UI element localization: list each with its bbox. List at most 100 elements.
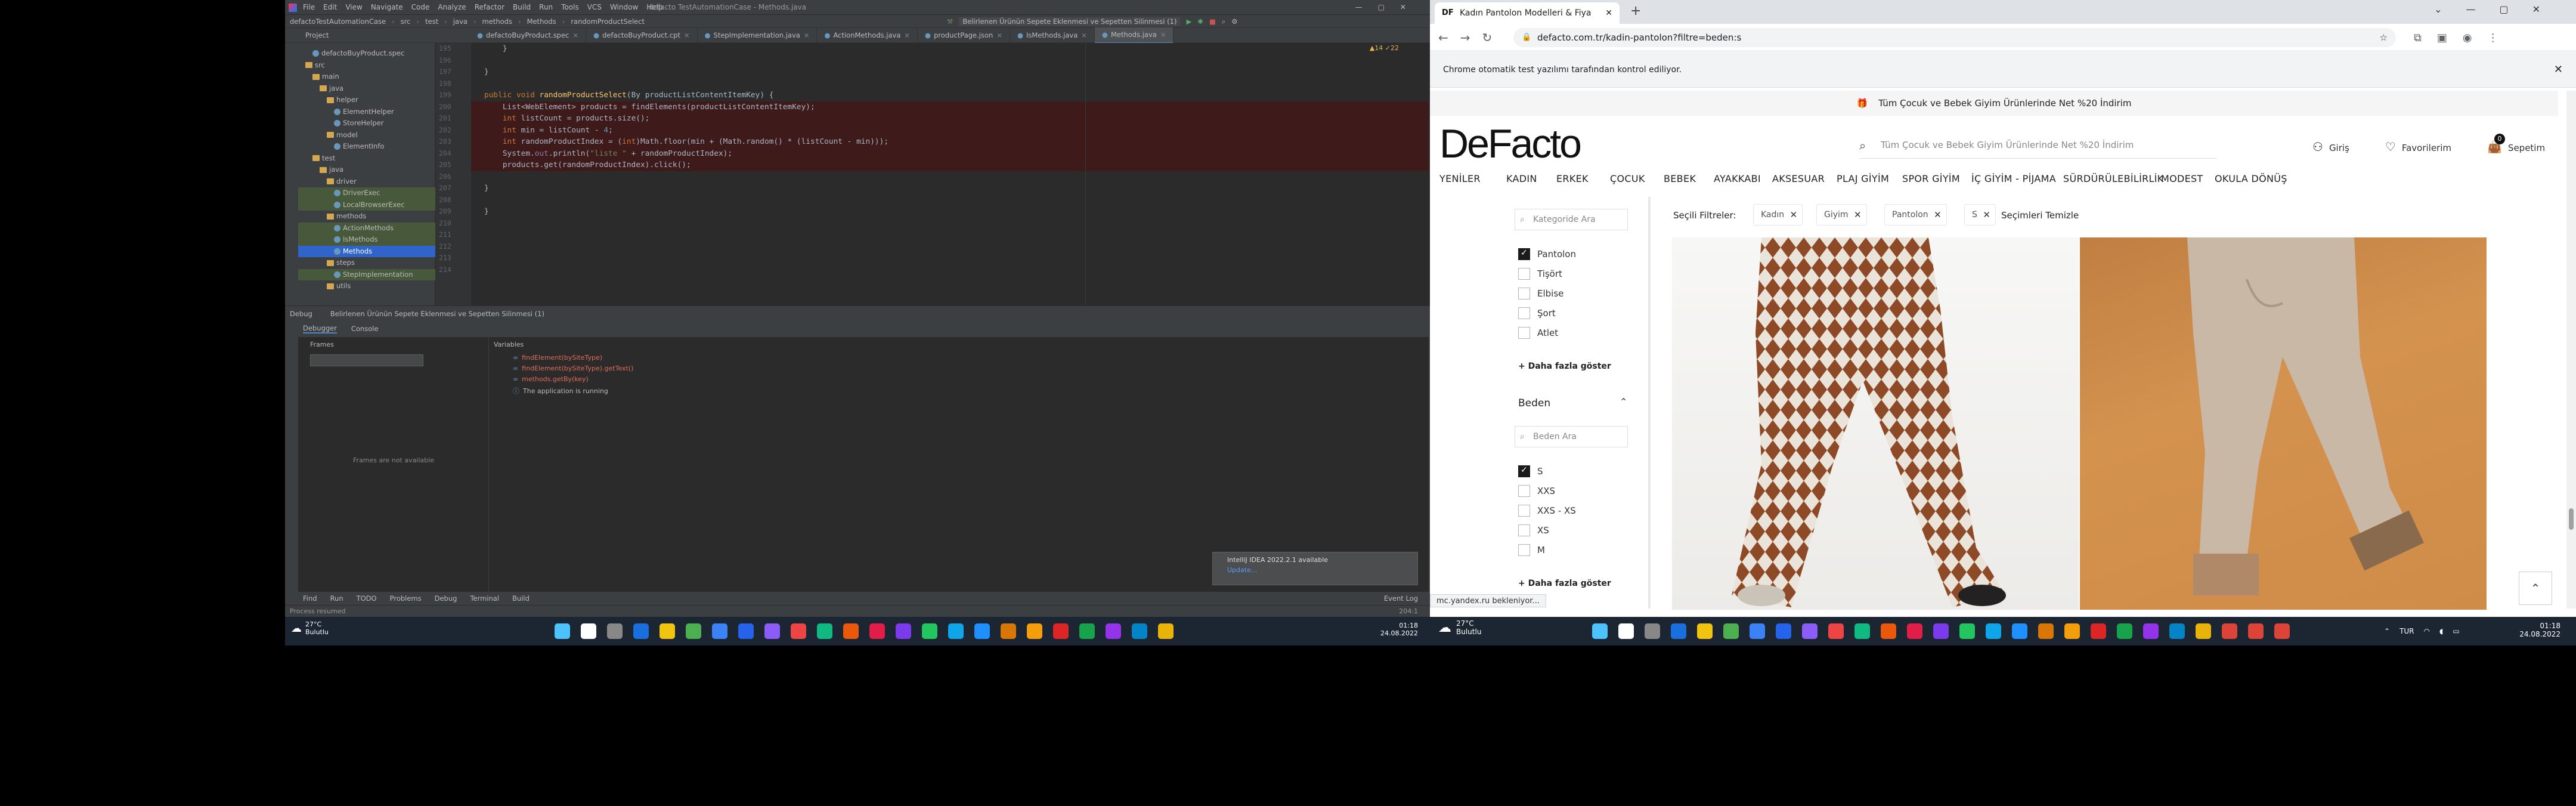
size-more-link[interactable]: + Daha fazla göster xyxy=(1518,579,1611,588)
app-icon[interactable] xyxy=(764,623,780,639)
editor-tab[interactable]: ● defactoBuyProduct.cpt × xyxy=(586,28,698,43)
filter-checkbox[interactable] xyxy=(1518,288,1530,299)
close-icon[interactable]: × xyxy=(684,31,690,39)
notification-update-link[interactable]: Update... xyxy=(1213,564,1417,574)
tree-item[interactable]: model xyxy=(298,129,435,141)
url-text[interactable]: defacto.com.tr/kadin-pantolon?filtre=bed… xyxy=(1537,32,1741,43)
editor-tab[interactable]: ● productPage.json × xyxy=(918,28,1010,43)
app-icon[interactable] xyxy=(2038,623,2054,639)
app-icon[interactable] xyxy=(2274,623,2290,639)
code-editor[interactable]: ▲14 ✓22 }} public void randomProductSelec… xyxy=(471,43,1429,305)
nav-item[interactable]: OKULA DÖNÜŞ xyxy=(2215,173,2287,184)
app-icon[interactable] xyxy=(1132,623,1147,639)
code-line[interactable]: int min = listCount - 4; xyxy=(471,124,1429,136)
tool-tab-find[interactable]: Find xyxy=(303,592,317,605)
filter-chip[interactable]: Pantolon xyxy=(1884,204,1947,226)
menu-items[interactable]: File Edit View Navigate Code Analyze Refactor B… xyxy=(303,0,663,15)
favorites-link[interactable]: ♡ Favorilerim xyxy=(2385,140,2451,154)
tool-tab-terminal[interactable]: Terminal xyxy=(470,592,499,605)
filter-chip[interactable]: S xyxy=(1964,204,1996,226)
tree-item[interactable]: ElementInfo xyxy=(298,141,435,153)
breadcrumb-item[interactable]: methods xyxy=(482,17,512,26)
close-icon[interactable]: × xyxy=(996,31,1002,39)
filter-option-label[interactable]: Şort xyxy=(1537,308,1556,319)
thread-select[interactable] xyxy=(310,354,423,366)
breadcrumb-item[interactable]: defactoTestAutomationCase xyxy=(290,17,386,26)
nav-item[interactable]: SPOR GİYİM xyxy=(1902,173,1960,184)
app-icon[interactable] xyxy=(660,623,675,639)
filter-option-label[interactable]: M xyxy=(1537,545,1545,555)
code-line[interactable] xyxy=(471,55,1429,67)
app-icon[interactable] xyxy=(1907,623,1922,639)
tray-chevron-icon[interactable]: ⌃ xyxy=(2384,627,2390,635)
app-icon[interactable] xyxy=(1106,623,1121,639)
app-icon[interactable] xyxy=(1079,623,1095,639)
tree-item[interactable]: LocalBrowserExec xyxy=(298,199,435,211)
menu-navigate[interactable]: Navigate xyxy=(371,0,403,15)
site-logo[interactable]: DeFacto xyxy=(1439,121,1582,167)
editor-tab[interactable]: ● StepImplementation.java × xyxy=(698,28,818,43)
search-icon[interactable]: ⌕ xyxy=(1222,17,1225,26)
app-icon[interactable] xyxy=(1986,623,2001,639)
code-line[interactable]: } xyxy=(471,43,1429,55)
code-line[interactable] xyxy=(471,264,1429,276)
tool-tab-todo[interactable]: TODO xyxy=(357,592,377,605)
app-icon[interactable] xyxy=(896,623,911,639)
code-line[interactable]: int randomProductIndex = (int)Math.floor… xyxy=(471,136,1429,148)
extensions-icon[interactable]: ⧉ xyxy=(2414,32,2422,44)
menu-tools[interactable]: Tools xyxy=(561,0,579,15)
tree-item[interactable]: methods xyxy=(298,211,435,223)
battery-icon[interactable]: ▭ xyxy=(2453,627,2459,635)
tree-item[interactable]: defactoBuyProduct.spec xyxy=(298,48,435,60)
watch-item[interactable]: ∞ findElement(bySiteType).getText() xyxy=(513,365,633,375)
start-icon[interactable] xyxy=(555,623,570,639)
login-link[interactable]: ⚇ Giriş xyxy=(2312,140,2349,154)
tree-item[interactable]: java xyxy=(298,164,435,176)
app-icon[interactable] xyxy=(1750,623,1765,639)
volume-icon[interactable]: ◖ xyxy=(2439,627,2443,635)
nav-item[interactable]: YENİLER xyxy=(1439,173,1481,184)
nav-item[interactable]: PLAJ GİYİM xyxy=(1837,173,1889,184)
code-line[interactable]: List<WebElement> products = findElements… xyxy=(471,101,1429,113)
menu-vcs[interactable]: VCS xyxy=(587,0,602,15)
app-icon[interactable] xyxy=(1933,623,1949,639)
app-icon[interactable] xyxy=(2064,623,2080,639)
app-icon[interactable] xyxy=(2091,623,2106,639)
code-line[interactable]: public void randomProductSelect(By produ… xyxy=(471,89,1429,101)
run-icon[interactable]: ▶ xyxy=(1186,17,1191,26)
code-line[interactable] xyxy=(471,252,1429,264)
filter-chip[interactable]: Kadın xyxy=(1753,204,1803,226)
app-icon[interactable] xyxy=(843,623,859,639)
filter-checkbox[interactable] xyxy=(1518,524,1530,536)
tool-tab-problems[interactable]: Problems xyxy=(390,592,422,605)
menu-window[interactable]: Window xyxy=(610,0,638,15)
editor-tab[interactable]: ● ActionMethods.java × xyxy=(817,28,918,43)
app-icon[interactable] xyxy=(1776,623,1791,639)
app-icon[interactable] xyxy=(1053,623,1069,639)
clear-filters-link[interactable]: Seçimleri Temizle xyxy=(2001,210,2079,221)
tab-debugger[interactable]: Debugger xyxy=(303,324,337,333)
tab-close-icon[interactable]: ✕ xyxy=(1605,2,1612,24)
code-line[interactable]: } xyxy=(471,206,1429,218)
app-icon[interactable] xyxy=(2222,623,2237,639)
language-indicator[interactable]: TUR xyxy=(2399,627,2414,635)
close-icon[interactable]: × xyxy=(1081,31,1087,39)
app-icon[interactable] xyxy=(712,623,727,639)
nav-item[interactable]: AKSESUAR xyxy=(1772,173,1825,184)
run-config-select[interactable]: Belirlenen Ürünün Sepete Eklenmesi ve Se… xyxy=(959,17,1181,26)
bookmark-star-icon[interactable]: ☆ xyxy=(2380,28,2388,47)
window-controls[interactable]: ⌄—▢✕ xyxy=(2434,4,2564,15)
app-icon[interactable] xyxy=(869,623,885,639)
event-log[interactable]: Event Log xyxy=(1384,592,1418,605)
app-icon[interactable] xyxy=(1881,623,1896,639)
cursor-position[interactable]: 204:1 xyxy=(1399,606,1418,617)
tree-item[interactable]: Methods xyxy=(298,245,435,257)
project-tool-label[interactable]: Project xyxy=(305,28,329,43)
app-icon[interactable] xyxy=(1697,623,1713,639)
new-tab-button[interactable]: + xyxy=(1630,4,1641,18)
nav-item[interactable]: ERKEK xyxy=(1556,173,1589,184)
app-icon[interactable] xyxy=(1618,623,1634,639)
breadcrumb[interactable]: defactoTestAutomationCase › src › test › java ›… xyxy=(290,15,645,28)
close-icon[interactable]: × xyxy=(572,31,578,39)
code-line[interactable] xyxy=(471,194,1429,206)
